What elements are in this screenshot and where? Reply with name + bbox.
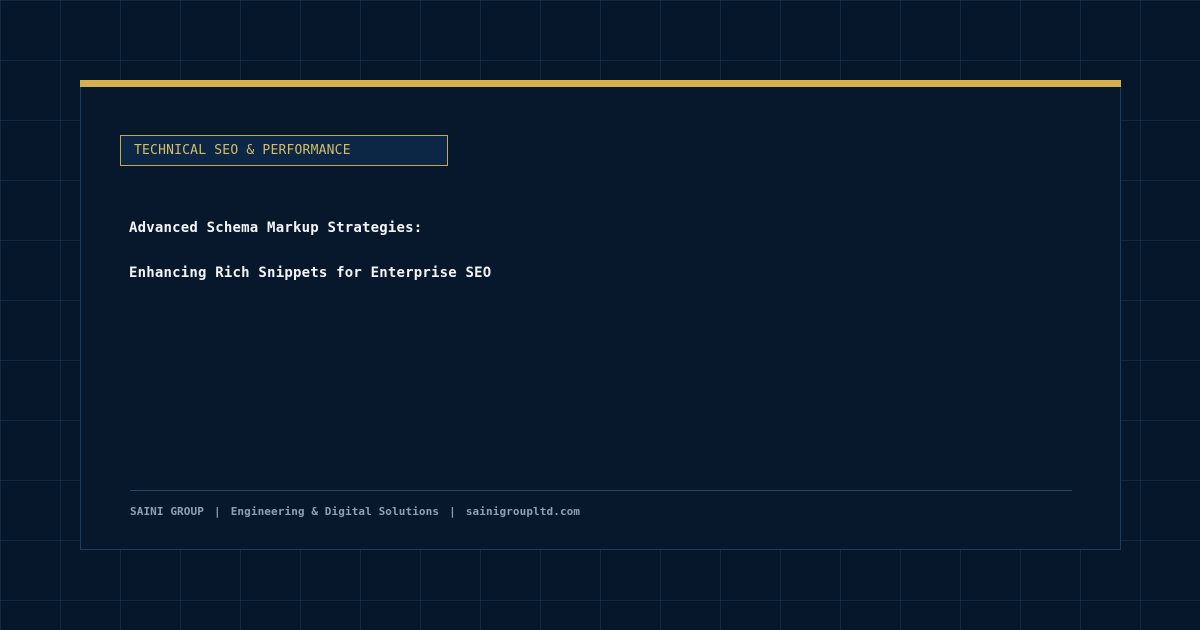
footer-website: sainigroupltd.com (465, 505, 581, 518)
footer-separator-1: | (213, 505, 221, 518)
footer-separator-2: | (449, 505, 456, 518)
footer-tagline: Engineering & Digital Solutions (230, 505, 440, 518)
category-tag: TECHNICAL SEO & PERFORMANCE (120, 135, 448, 166)
title-line-1: Advanced Schema Markup Strategies: (129, 220, 423, 236)
footer: SAINI GROUP | Engineering & Digital Soluti… (130, 505, 580, 518)
footer-divider (130, 490, 1072, 491)
title-line-2: Enhancing Rich Snippets for Enterprise S… (129, 265, 492, 281)
banner-card: TECHNICAL SEO & PERFORMANCE Advanced Sch… (80, 80, 1121, 550)
footer-company: SAINI GROUP (130, 505, 204, 518)
accent-top-bar (80, 80, 1121, 87)
